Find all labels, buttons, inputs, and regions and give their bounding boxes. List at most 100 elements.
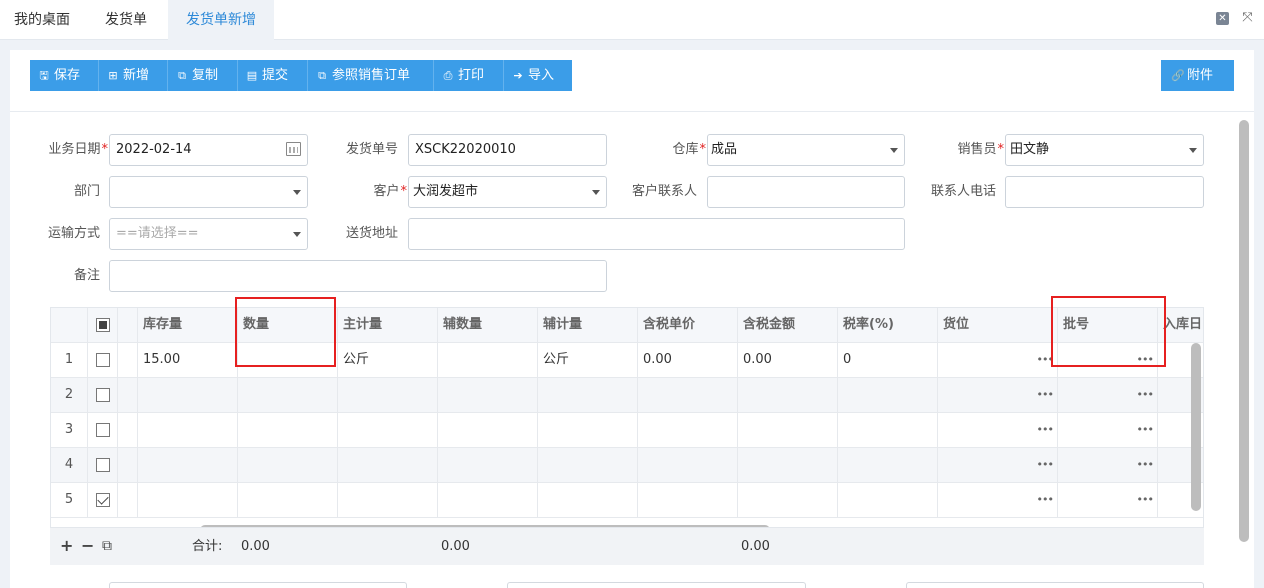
cell-location[interactable]: •••	[938, 413, 1058, 447]
tab-delivery-order[interactable]: 发货单	[84, 0, 168, 40]
cell-tax-price[interactable]: 0.00	[638, 343, 738, 377]
tab-my-desktop[interactable]: 我的桌面	[0, 0, 84, 40]
cell-main-unit[interactable]: 公斤	[338, 343, 438, 377]
cell-stock-qty[interactable]	[138, 483, 238, 517]
copy-button[interactable]: ⧉ 复制	[168, 60, 238, 91]
import-button[interactable]: ➔ 导入	[504, 60, 572, 91]
row-select-cell[interactable]	[88, 448, 118, 482]
cell-aux-unit[interactable]	[538, 483, 638, 517]
cell-stock-qty[interactable]	[138, 448, 238, 482]
customer-contact-field[interactable]	[707, 176, 905, 208]
cell-qty[interactable]	[238, 413, 338, 447]
ellipsis-icon[interactable]: •••	[1037, 448, 1054, 482]
row-checkbox[interactable]	[95, 492, 110, 507]
salesperson-select[interactable]: 田文静	[1005, 134, 1204, 166]
submit-button[interactable]: ▤ 提交	[238, 60, 308, 91]
lower-field-3[interactable]	[906, 582, 1204, 588]
row-checkbox[interactable]	[95, 352, 110, 367]
copy-row-icon[interactable]: ⧉	[102, 538, 112, 554]
tab-delivery-order-new[interactable]: 发货单新增	[168, 0, 274, 40]
cell-aux-unit[interactable]	[538, 378, 638, 412]
table-row[interactable]: 3 ••• •••	[51, 413, 1203, 448]
row-checkbox[interactable]	[95, 387, 110, 402]
cell-tax-amount[interactable]	[738, 483, 838, 517]
row-select-cell[interactable]	[88, 343, 118, 377]
row-select-cell[interactable]	[88, 413, 118, 447]
ellipsis-icon[interactable]: •••	[1137, 483, 1154, 517]
cell-stock-qty[interactable]: 15.00	[138, 343, 238, 377]
cell-location[interactable]: •••	[938, 483, 1058, 517]
remark-field[interactable]	[109, 260, 607, 292]
ellipsis-icon[interactable]: •••	[1137, 378, 1154, 412]
select-all-cell[interactable]	[88, 308, 118, 342]
cell-location[interactable]: •••	[938, 343, 1058, 377]
row-checkbox[interactable]	[95, 457, 110, 472]
cell-tax-amount[interactable]	[738, 448, 838, 482]
cell-main-unit[interactable]	[338, 448, 438, 482]
cell-aux-qty[interactable]	[438, 448, 538, 482]
ellipsis-icon[interactable]: •••	[1037, 378, 1054, 412]
cell-tax-price[interactable]	[638, 413, 738, 447]
calendar-icon[interactable]	[286, 142, 301, 156]
cell-batch-no[interactable]: •••	[1058, 448, 1158, 482]
add-row-icon[interactable]: +	[60, 538, 73, 554]
save-button[interactable]: 🖫 保存	[30, 60, 99, 91]
remove-row-icon[interactable]: −	[81, 538, 94, 554]
cell-qty[interactable]	[238, 483, 338, 517]
cell-batch-no[interactable]: •••	[1058, 483, 1158, 517]
cell-tax-rate[interactable]	[838, 483, 938, 517]
table-row[interactable]: 2 ••• •••	[51, 378, 1203, 413]
cell-qty[interactable]	[238, 378, 338, 412]
cell-location[interactable]: •••	[938, 448, 1058, 482]
select-all-checkbox[interactable]	[95, 317, 110, 332]
cell-aux-qty[interactable]	[438, 483, 538, 517]
row-select-cell[interactable]	[88, 483, 118, 517]
lower-field-2[interactable]	[507, 582, 806, 588]
reference-sales-order-button[interactable]: ⧉ 参照销售订单	[308, 60, 434, 91]
business-date-field[interactable]: 2022-02-14	[109, 134, 308, 166]
cell-tax-price[interactable]	[638, 483, 738, 517]
cell-tax-rate[interactable]	[838, 448, 938, 482]
cell-aux-unit[interactable]	[538, 413, 638, 447]
cell-tax-rate[interactable]	[838, 413, 938, 447]
table-row[interactable]: 1 15.00 公斤 公斤 0.00 0.00 0 ••• •••	[51, 343, 1203, 378]
attachment-button[interactable]: 🔗 附件	[1161, 60, 1234, 91]
row-checkbox[interactable]	[95, 422, 110, 437]
cell-stock-qty[interactable]	[138, 413, 238, 447]
grid-vertical-scrollbar[interactable]	[1191, 343, 1201, 511]
cell-stock-qty[interactable]	[138, 378, 238, 412]
cell-tax-amount[interactable]	[738, 378, 838, 412]
ellipsis-icon[interactable]: •••	[1037, 413, 1054, 447]
cell-main-unit[interactable]	[338, 413, 438, 447]
cell-tax-amount[interactable]	[738, 413, 838, 447]
cell-main-unit[interactable]	[338, 483, 438, 517]
table-row[interactable]: 4 ••• •••	[51, 448, 1203, 483]
department-select[interactable]	[109, 176, 308, 208]
cell-tax-amount[interactable]: 0.00	[738, 343, 838, 377]
cell-batch-no[interactable]: •••	[1058, 413, 1158, 447]
table-row[interactable]: 5 ••• •••	[51, 483, 1203, 518]
customer-select[interactable]: 大润发超市	[408, 176, 607, 208]
cell-aux-qty[interactable]	[438, 413, 538, 447]
cell-tax-price[interactable]	[638, 378, 738, 412]
contact-phone-field[interactable]	[1005, 176, 1204, 208]
lower-field-1[interactable]	[109, 582, 407, 588]
ellipsis-icon[interactable]: •••	[1137, 413, 1154, 447]
cell-aux-qty[interactable]	[438, 343, 538, 377]
cell-tax-rate[interactable]: 0	[838, 343, 938, 377]
print-button[interactable]: ⎙ 打印	[434, 60, 504, 91]
ellipsis-icon[interactable]: •••	[1137, 448, 1154, 482]
cell-aux-unit[interactable]	[538, 448, 638, 482]
close-icon[interactable]: ✕	[1216, 12, 1229, 25]
fullscreen-icon[interactable]: ⤧	[1241, 11, 1254, 24]
address-field[interactable]	[408, 218, 905, 250]
warehouse-select[interactable]: 成品	[707, 134, 905, 166]
cell-tax-rate[interactable]	[838, 378, 938, 412]
cell-batch-no[interactable]: •••	[1058, 378, 1158, 412]
add-button[interactable]: ⊞ 新增	[99, 60, 168, 91]
cell-main-unit[interactable]	[338, 378, 438, 412]
ellipsis-icon[interactable]: •••	[1037, 483, 1054, 517]
order-no-field[interactable]: XSCK22020010	[408, 134, 607, 166]
cell-tax-price[interactable]	[638, 448, 738, 482]
page-vertical-scrollbar[interactable]	[1239, 120, 1249, 542]
